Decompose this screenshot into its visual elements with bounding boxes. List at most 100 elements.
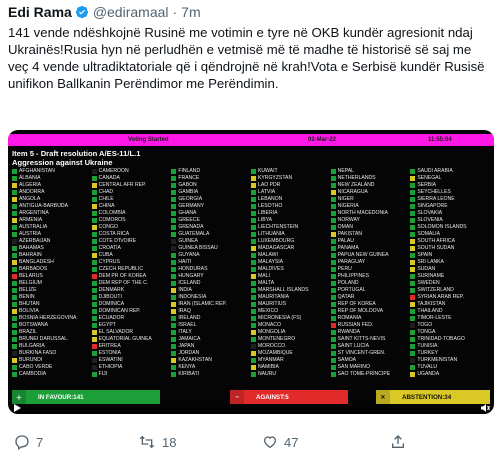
country-vote-row: CZECH REPUBLIC [91, 266, 172, 273]
vote-indicator [12, 176, 17, 181]
vote-indicator [330, 344, 336, 349]
vote-indicator [171, 309, 177, 314]
country-vote-row: COTE D'IVOIRE [91, 238, 172, 245]
vote-indicator [171, 316, 177, 321]
vote-indicator [12, 204, 17, 209]
country-vote-row: MARSHALL ISLANDS [250, 287, 331, 294]
vote-indicator [91, 204, 97, 209]
volume-icon[interactable] [480, 403, 490, 413]
vote-indicator [330, 337, 336, 342]
country-vote-row: NORWAY [330, 217, 411, 224]
play-icon[interactable] [12, 403, 22, 413]
vote-indicator [410, 351, 416, 356]
country-vote-row: AUSTRALIA [12, 224, 92, 231]
vote-indicator [250, 365, 256, 370]
country-vote-row: BOSNIA HERZEGOVINA [12, 315, 92, 322]
country-name: MARSHALL ISLANDS [257, 287, 309, 293]
country-vote-row: MAURITANIA [250, 294, 331, 301]
country-vote-row: DJIBOUTI [91, 294, 172, 301]
country-name: QATAR [337, 294, 355, 300]
country-name: MONGOLIA [257, 329, 286, 335]
country-vote-row: GEORGIA [171, 196, 251, 203]
vote-indicator [12, 337, 17, 342]
country-name: MEXICO [257, 308, 279, 314]
share-button[interactable] [390, 434, 406, 450]
country-name: ECUADOR [98, 315, 125, 321]
country-name: REP OF KOREA [337, 301, 376, 307]
vote-column: KUWAIT KYRGYZSTAN LAO PDR LATVIA LEBANON LESO… [250, 168, 331, 386]
like-button[interactable]: 47 [262, 434, 298, 450]
country-vote-row: SLOVAKIA [410, 210, 490, 217]
country-vote-row: DOMINICAN REP. [91, 308, 172, 315]
country-vote-row: NORTH MACEDONIA [330, 210, 411, 217]
country-vote-row: LATVIA [250, 189, 331, 196]
vote-indicator [250, 281, 256, 286]
country-vote-row: INDONESIA [171, 294, 251, 301]
country-name: ESTONIA [98, 350, 121, 356]
country-vote-row: GAMBIA [171, 189, 251, 196]
country-name: NAURU [257, 371, 277, 377]
country-vote-row: MOZAMBIQUE [250, 350, 331, 357]
country-vote-row: KYRGYZSTAN [250, 175, 331, 182]
country-vote-row: TUNISIA [410, 343, 490, 350]
vote-indicator [250, 309, 256, 314]
vote-indicator [91, 211, 97, 216]
vote-indicator [250, 323, 256, 328]
vote-indicator [12, 358, 17, 363]
country-vote-row: BANGLADESH [12, 259, 92, 266]
author-handle[interactable]: @ediramaal [93, 4, 169, 20]
country-vote-row: SAINT LUCIA [330, 343, 411, 350]
country-name: SAINT LUCIA [337, 343, 369, 349]
author-name[interactable]: Edi Rama [8, 4, 72, 20]
country-vote-row: THAILAND [410, 308, 490, 315]
country-vote-row: SWEDEN [410, 280, 490, 287]
country-vote-row: BRAZIL [12, 329, 92, 336]
country-name: ESWATINI [98, 357, 123, 363]
country-name: OMAN [337, 224, 353, 230]
vote-indicator [330, 281, 336, 286]
vote-indicator [330, 232, 336, 237]
country-vote-row: POLAND [330, 280, 411, 287]
country-name: BAHAMAS [19, 245, 44, 251]
country-vote-row: SYRIAN ARAB REP. [410, 294, 490, 301]
vote-indicator [171, 330, 177, 335]
tweet-actions: 7 18 47 [0, 426, 500, 456]
vote-indicator [91, 365, 97, 370]
vote-indicator [250, 225, 256, 230]
country-name: ANTIGUA-BARBUDA [19, 203, 68, 209]
country-name: BRAZIL [19, 329, 37, 335]
vote-indicator [12, 246, 17, 251]
country-name: BULGARIA [19, 343, 45, 349]
country-vote-row: DENMARK [91, 287, 172, 294]
vote-indicator [91, 225, 97, 230]
retweet-button[interactable]: 18 [138, 434, 176, 450]
country-name: COLOMBIA [98, 210, 126, 216]
country-vote-row: UGANDA [410, 371, 490, 378]
vote-indicator [410, 316, 416, 321]
country-name: GAMBIA [178, 189, 199, 195]
tweet-timestamp[interactable]: 7m [181, 4, 200, 20]
country-vote-row: PERU [330, 266, 411, 273]
country-vote-row: ECUADOR [91, 315, 172, 322]
country-vote-row: GUATEMALA [171, 231, 251, 238]
country-name: TRINIDAD-TOBAGO [417, 336, 465, 342]
vote-indicator [91, 190, 97, 195]
vote-indicator [410, 176, 416, 181]
country-name: INDONESIA [178, 294, 207, 300]
vote-indicator [12, 232, 17, 237]
reply-button[interactable]: 7 [14, 434, 43, 450]
tweet-media-image[interactable]: Voting Started 02-Mar-22 11:55:04 Item 5… [8, 130, 494, 414]
country-name: LAO PDR [257, 182, 281, 188]
vote-indicator [330, 288, 336, 293]
vote-indicator [91, 302, 97, 307]
country-name: ARMENIA [19, 217, 43, 223]
country-name: CUBA [98, 252, 113, 258]
country-vote-row: BHUTAN [12, 301, 92, 308]
vote-indicator [91, 358, 97, 363]
vote-indicator [12, 218, 17, 223]
country-vote-row: QATAR [330, 294, 411, 301]
country-name: LIBYA [257, 217, 273, 223]
country-name: MALI [257, 273, 270, 279]
verified-badge-icon [75, 5, 88, 19]
country-vote-row: PAPUA NEW GUINEA [330, 252, 411, 259]
